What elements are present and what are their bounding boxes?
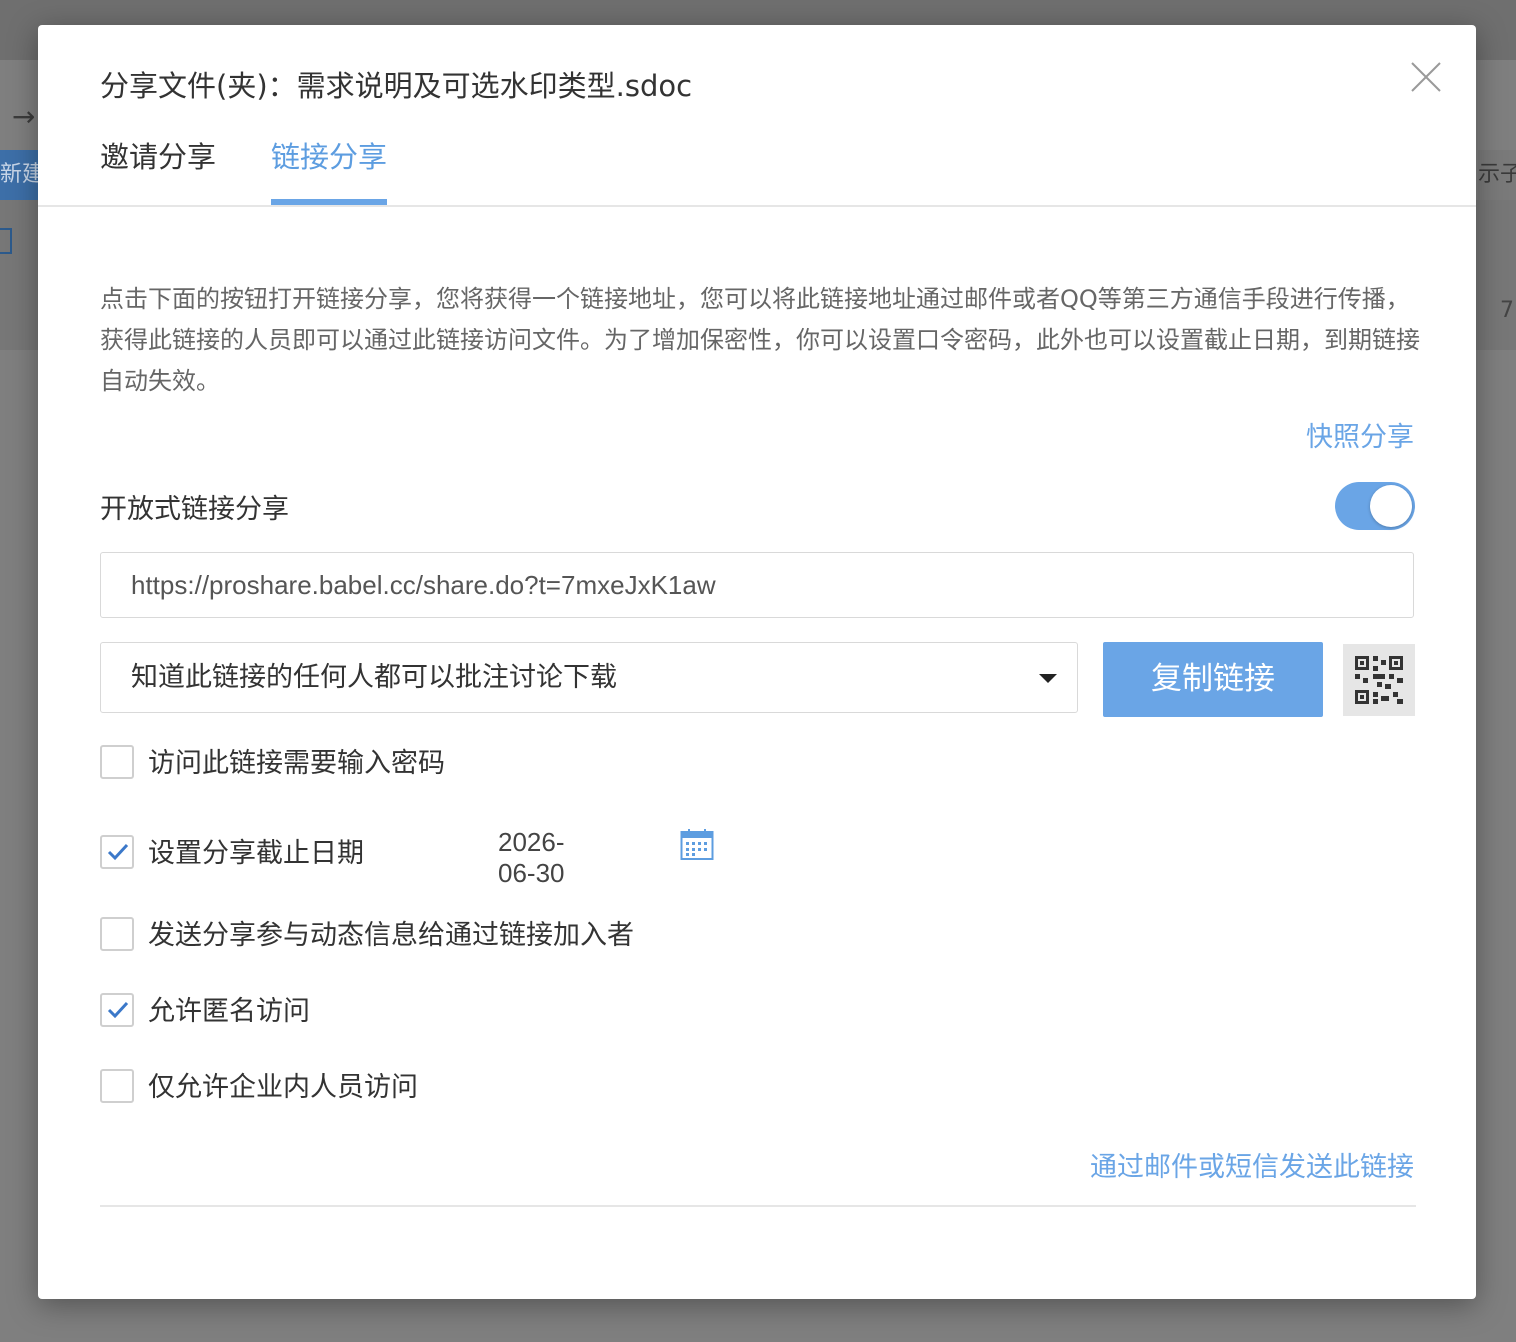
copy-link-button[interactable]: 复制链接 <box>1103 642 1323 717</box>
anonymous-checkbox[interactable] <box>100 993 134 1027</box>
qr-code-button[interactable] <box>1343 644 1415 716</box>
internal-only-label: 仅允许企业内人员访问 <box>148 1072 418 1103</box>
close-icon[interactable] <box>1408 59 1444 95</box>
checkmark-icon <box>107 843 129 861</box>
bottom-divider <box>100 1205 1416 1207</box>
snapshot-share-link[interactable]: 快照分享 <box>1306 415 1414 454</box>
anonymous-label: 允许匿名访问 <box>148 996 310 1027</box>
share-description: 点击下面的按钮打开链接分享，您将获得一个链接地址，您可以将此链接地址通过邮件或者… <box>100 285 1420 395</box>
checkmark-icon <box>107 1001 129 1019</box>
permission-select[interactable]: 知道此链接的任何人都可以批注讨论下载 <box>100 642 1078 713</box>
require-password-label: 访问此链接需要输入密码 <box>148 748 445 779</box>
expiry-date-value[interactable]: 2026-06-30 <box>498 827 565 889</box>
back-arrow-icon: → <box>12 100 36 133</box>
send-via-mail-sms-link[interactable]: 通过邮件或短信发送此链接 <box>1090 1145 1414 1184</box>
permission-select-value: 知道此链接的任何人都可以批注讨论下载 <box>131 662 617 693</box>
background-right-text: 示子 <box>1478 150 1516 200</box>
open-link-share-toggle[interactable] <box>1335 482 1415 530</box>
background-checkbox-icon <box>0 228 12 254</box>
chevron-down-icon <box>1039 674 1057 683</box>
tab-link-share[interactable]: 链接分享 <box>271 135 388 205</box>
internal-only-checkbox[interactable] <box>100 1069 134 1103</box>
require-password-checkbox[interactable] <box>100 745 134 779</box>
calendar-icon[interactable] <box>680 829 714 861</box>
share-url-field[interactable]: https://proshare.babel.cc/share.do?t=7mx… <box>100 552 1414 618</box>
open-link-share-label: 开放式链接分享 <box>100 494 289 525</box>
background-new-button: 新建 <box>0 150 40 200</box>
dialog-title: 分享文件(夹)：需求说明及可选水印类型.sdoc <box>100 69 693 103</box>
tab-bar: 邀请分享 链接分享 <box>38 135 1476 207</box>
qr-code-icon <box>1355 656 1403 704</box>
share-dialog: 分享文件(夹)：需求说明及可选水印类型.sdoc 邀请分享 链接分享 点击下面的… <box>38 25 1476 1299</box>
expiry-checkbox[interactable] <box>100 835 134 869</box>
toggle-knob <box>1370 485 1412 527</box>
notify-label: 发送分享参与动态信息给通过链接加入者 <box>148 920 634 951</box>
expiry-label: 设置分享截止日期 <box>148 838 364 869</box>
tab-invite-share[interactable]: 邀请分享 <box>100 135 216 203</box>
notify-checkbox[interactable] <box>100 917 134 951</box>
background-number: 7. <box>1500 298 1516 323</box>
